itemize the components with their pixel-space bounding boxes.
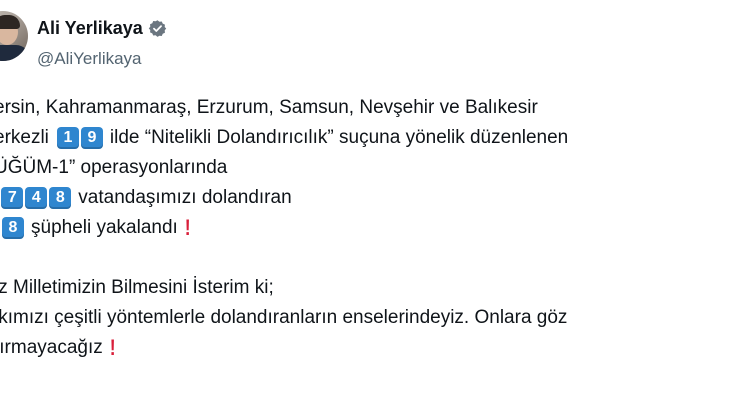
tweet-text-line-1: ersin, Kahramanmaraş, Erzurum, Samsun, N… xyxy=(0,97,538,118)
tweet-line-5: 8 şüpheli yakalandı ! xyxy=(0,213,568,243)
keycap-digit: 4 xyxy=(25,187,48,209)
tweet-line-1: ersin, Kahramanmaraş, Erzurum, Samsun, N… xyxy=(0,93,568,123)
verified-badge-icon xyxy=(148,19,167,38)
author-display-name[interactable]: Ali Yerlikaya xyxy=(37,18,143,39)
keycap-digit: 8 xyxy=(2,217,24,239)
tweet-card: Ali Yerlikaya @AliYerlikaya ersin, Kahra… xyxy=(0,0,740,417)
number-emoji-group: 8 xyxy=(2,217,26,239)
tweet-text-line-7: lkımızı çeşitli yöntemlerle dolandıranla… xyxy=(0,307,568,328)
keycap-digit: 7 xyxy=(1,187,24,209)
tweet-text-line-6: iz Milletimizin Bilmesini İsterim ki; xyxy=(0,277,274,298)
number-emoji-group: 1 9 xyxy=(56,127,105,149)
keycap-digit: 1 xyxy=(56,127,79,149)
tweet-text-line-2-suffix: ilde “Nitelikli Dolandırıcılık” suçuna y… xyxy=(109,127,569,148)
tweet-body: ersin, Kahramanmaraş, Erzurum, Samsun, N… xyxy=(0,93,568,363)
number-emoji-group: 7 4 8 xyxy=(1,187,73,209)
red-exclamation-icon: ! xyxy=(184,215,191,240)
tweet-line-3: ÜĞÜM-1” operasyonlarında xyxy=(0,153,568,183)
red-exclamation-icon: ! xyxy=(109,335,116,360)
avatar-suit xyxy=(0,45,28,61)
keycap-digit: 9 xyxy=(80,127,103,149)
tweet-text-line-3: ÜĞÜM-1” operasyonlarında xyxy=(0,157,228,178)
avatar-hair xyxy=(0,15,20,29)
author-name-row: Ali Yerlikaya xyxy=(37,18,167,39)
tweet-line-4: . 7 4 8 vatandaşımızı dolandıran xyxy=(0,183,568,213)
tweet-text-line-5-suffix: şüpheli yakalandı xyxy=(31,217,178,238)
tweet-line-8: tırmayacağız ! xyxy=(0,333,568,363)
tweet-line-7: lkımızı çeşitli yöntemlerle dolandıranla… xyxy=(0,303,568,333)
tweet-text-line-2-prefix: erkezli xyxy=(0,127,49,148)
author-handle[interactable]: @AliYerlikaya xyxy=(37,49,142,69)
tweet-text-line-8: tırmayacağız xyxy=(0,337,103,358)
author-avatar[interactable] xyxy=(0,11,28,61)
tweet-line-2: erkezli 1 9 ilde “Nitelikli Dolandırıcıl… xyxy=(0,123,568,153)
tweet-line-6: iz Milletimizin Bilmesini İsterim ki; xyxy=(0,273,568,303)
keycap-digit: 8 xyxy=(49,187,72,209)
tweet-text-line-4-suffix: vatandaşımızı dolandıran xyxy=(78,187,292,208)
